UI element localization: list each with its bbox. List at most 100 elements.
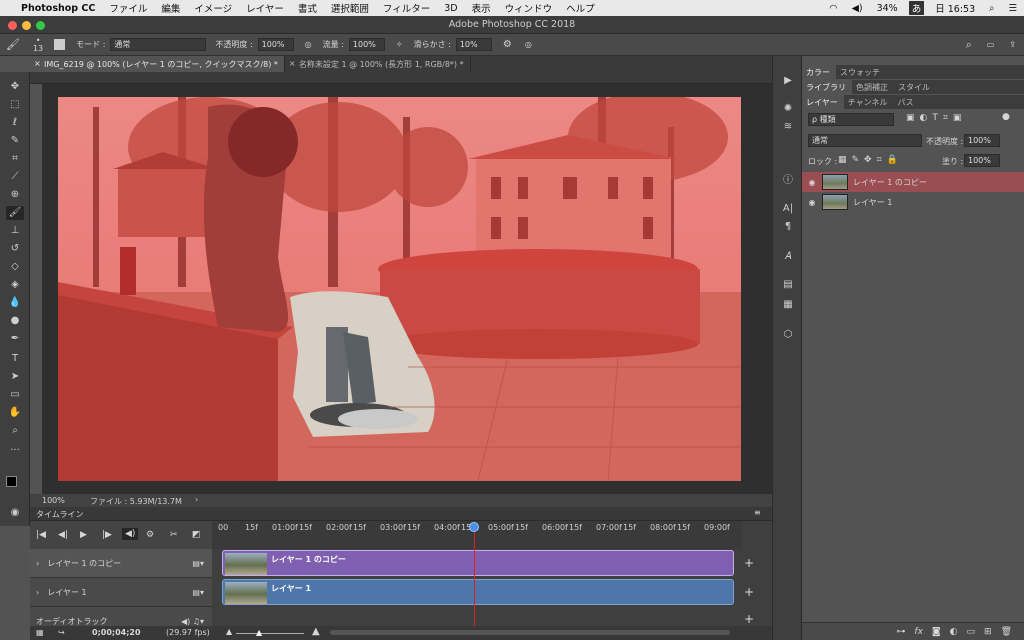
move-tool-icon[interactable]: ✥ bbox=[6, 80, 24, 94]
panel-menu-icon[interactable]: ≡ bbox=[754, 508, 761, 517]
menu-view[interactable]: 表示 bbox=[465, 1, 498, 15]
document-canvas[interactable] bbox=[58, 97, 741, 481]
eye-icon[interactable]: ◉ bbox=[802, 198, 822, 207]
blend-mode-select[interactable]: 通常 bbox=[808, 134, 922, 147]
smoothing-field[interactable]: 10% bbox=[455, 38, 492, 51]
audio-track-icons[interactable]: ◀) ♫▾ bbox=[181, 617, 204, 626]
brush-panel-icon[interactable] bbox=[54, 39, 66, 50]
hand-tool-icon[interactable]: ✋ bbox=[6, 406, 24, 420]
tab-swatches[interactable]: スウォッチ bbox=[836, 65, 886, 79]
clip-layer-copy[interactable]: レイヤー 1 のコピー bbox=[222, 550, 734, 576]
lasso-tool-icon[interactable]: ℓ bbox=[6, 116, 24, 130]
zoom-slider-thumb[interactable]: ▲ bbox=[256, 628, 262, 637]
menu-select[interactable]: 選択範囲 bbox=[324, 1, 376, 15]
fx-icon[interactable]: fx bbox=[914, 627, 923, 637]
layer-filter-select[interactable]: ρ 種類 bbox=[808, 113, 894, 126]
zoom-tool-icon[interactable]: ⌕ bbox=[6, 424, 24, 438]
tab-color[interactable]: カラー bbox=[802, 65, 836, 79]
zoom-slider[interactable] bbox=[236, 633, 304, 634]
zoom-in-icon[interactable]: ▲ bbox=[312, 626, 320, 637]
menu-list-icon[interactable]: ☰ bbox=[1001, 3, 1024, 14]
healing-brush-tool-icon[interactable]: ⊕ bbox=[6, 188, 24, 202]
3d-icon[interactable]: ⬡ bbox=[780, 328, 796, 342]
link-icon[interactable]: ⊶ bbox=[896, 627, 905, 637]
lock-icons[interactable]: ▦✎✥⌗🔒 bbox=[838, 155, 903, 165]
spotlight-icon[interactable]: ⌕ bbox=[982, 3, 1001, 14]
timeline-title[interactable]: タイムライン bbox=[36, 509, 83, 520]
more-tools-icon[interactable]: ··· bbox=[6, 444, 24, 458]
dodge-tool-icon[interactable]: ● bbox=[6, 314, 24, 328]
eyedropper-tool-icon[interactable]: ⟋ bbox=[6, 170, 24, 184]
tab-adjustments[interactable]: 色調補正 bbox=[852, 80, 894, 94]
paragraph-icon[interactable]: ¶ bbox=[780, 220, 796, 234]
blur-tool-icon[interactable]: 💧 bbox=[6, 296, 24, 310]
fill-field[interactable]: 100% bbox=[964, 154, 1000, 167]
clip-layer-1[interactable]: レイヤー 1 bbox=[222, 579, 734, 605]
brush-tool-icon[interactable]: 🖌 bbox=[6, 206, 24, 220]
pen-tool-icon[interactable]: ✒ bbox=[6, 332, 24, 346]
tab-styles[interactable]: スタイル bbox=[894, 80, 936, 94]
menu-window[interactable]: ウィンドウ bbox=[498, 1, 560, 15]
new-layer-icon[interactable]: ⊞ bbox=[984, 627, 992, 637]
tab-paths[interactable]: パス bbox=[894, 95, 920, 109]
tab-libraries[interactable]: ライブラリ bbox=[802, 80, 852, 94]
status-menu-arrow[interactable]: › bbox=[195, 495, 198, 504]
gear-icon[interactable]: ⚙ bbox=[503, 39, 512, 50]
properties-icon[interactable]: ▤ bbox=[780, 278, 796, 292]
mask-icon[interactable]: ◙ bbox=[932, 627, 941, 637]
battery-percent[interactable]: 34% bbox=[870, 3, 905, 14]
zoom-out-icon[interactable]: ▲ bbox=[226, 627, 232, 636]
convert-frame-icon[interactable]: ▦ bbox=[36, 628, 44, 637]
type-tool-icon[interactable]: T bbox=[6, 352, 24, 366]
eye-icon[interactable]: ◉ bbox=[802, 178, 822, 187]
tab-channels[interactable]: チャンネル bbox=[844, 95, 894, 109]
quick-select-tool-icon[interactable]: ✎ bbox=[6, 134, 24, 148]
track-label-1[interactable]: › レイヤー 1 ▤▾ bbox=[30, 578, 212, 607]
brush-preset-picker[interactable]: • 13 bbox=[33, 36, 43, 53]
history-brush-tool-icon[interactable]: ↺ bbox=[6, 242, 24, 256]
brushes-icon[interactable]: ≋ bbox=[780, 120, 796, 134]
menu-filter[interactable]: フィルター bbox=[376, 1, 437, 15]
adjustment-icon[interactable]: ◐ bbox=[950, 627, 958, 637]
tab-untitled-1[interactable]: × 名称未設定 1 @ 100% (長方形 1, RGB/8*) * bbox=[285, 56, 471, 72]
info-icon[interactable]: ⓘ bbox=[780, 174, 796, 188]
film-icon[interactable]: ▤▾ bbox=[192, 588, 204, 597]
quick-mask-icon[interactable]: ◉ bbox=[6, 506, 24, 520]
notes-icon[interactable]: ▦ bbox=[780, 298, 796, 312]
wifi-icon[interactable]: ◠ bbox=[822, 3, 844, 14]
close-icon[interactable]: × bbox=[289, 59, 296, 68]
add-audio-button[interactable]: + bbox=[742, 612, 756, 626]
menu-type[interactable]: 書式 bbox=[291, 1, 324, 15]
add-media-button[interactable]: + bbox=[742, 556, 756, 570]
tab-layers[interactable]: レイヤー bbox=[802, 95, 844, 109]
history-icon[interactable]: ▶ bbox=[780, 74, 796, 88]
flow-field[interactable]: 100% bbox=[348, 38, 385, 51]
workspace-icon[interactable]: ▭ bbox=[987, 40, 995, 49]
menu-image[interactable]: イメージ bbox=[187, 1, 239, 15]
layer-opacity-field[interactable]: 100% bbox=[964, 134, 1000, 147]
add-media-button[interactable]: + bbox=[742, 585, 756, 599]
pressure-size-icon[interactable]: ◎ bbox=[525, 40, 532, 49]
menu-app[interactable]: Photoshop CC bbox=[14, 3, 102, 14]
playhead-handle[interactable] bbox=[469, 522, 479, 532]
menu-clock[interactable]: 日 16:53 bbox=[928, 1, 982, 15]
layer-row-copy[interactable]: ◉ レイヤー 1 のコピー bbox=[802, 172, 1024, 192]
menu-layer[interactable]: レイヤー bbox=[239, 1, 291, 15]
mode-select[interactable]: 通常 bbox=[110, 38, 207, 51]
expand-icon[interactable]: › bbox=[36, 559, 39, 568]
brush-tool-icon[interactable]: 🖌 bbox=[6, 38, 20, 51]
timeline-scrollbar[interactable] bbox=[330, 630, 730, 635]
opacity-field[interactable]: 100% bbox=[257, 38, 294, 51]
menu-help[interactable]: ヘルプ bbox=[559, 1, 602, 15]
share-icon[interactable]: ⇪ bbox=[1009, 40, 1016, 49]
pressure-opacity-icon[interactable]: ◎ bbox=[305, 40, 312, 49]
layer-row-1[interactable]: ◉ レイヤー 1 bbox=[802, 192, 1024, 212]
film-icon[interactable]: ▤▾ bbox=[192, 559, 204, 568]
zoom-level[interactable]: 100% bbox=[42, 496, 65, 505]
path-select-tool-icon[interactable]: ➤ bbox=[6, 370, 24, 384]
airbrush-icon[interactable]: ✧ bbox=[396, 40, 403, 49]
input-mode[interactable]: あ bbox=[908, 1, 925, 15]
expand-icon[interactable]: › bbox=[36, 588, 39, 597]
glyphs-icon[interactable]: 𝐴 bbox=[780, 250, 796, 264]
menu-file[interactable]: ファイル bbox=[102, 1, 154, 15]
